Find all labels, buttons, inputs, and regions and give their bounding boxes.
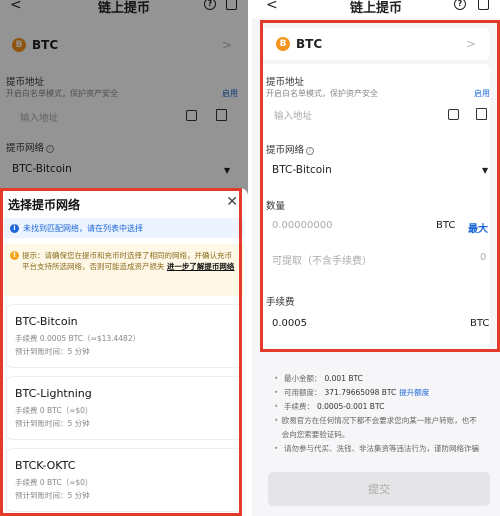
min-label: 最小金额： <box>284 374 322 383</box>
amount-label: 数量 <box>266 201 286 212</box>
fee-range-label: 手续费： <box>284 402 314 411</box>
no-match-notice: i 未找到匹配网络，请在列表中选择 <box>4 218 244 238</box>
fee-unit: BTC <box>470 318 490 329</box>
network-name: BTCK-OKTC <box>15 459 76 472</box>
scan-icon[interactable] <box>448 109 459 120</box>
network-eta: 预计到账时间：5 分钟 <box>15 491 90 500</box>
right-screen: < 链上提币 ? B BTC > 提币地址 开启白名单模式，保护资产安全 启用 … <box>252 0 500 516</box>
whitelist-hint: 开启白名单模式，保护资产安全 <box>266 89 378 98</box>
network-eta: 预计到账时间：5 分钟 <box>15 419 90 428</box>
warning-row: • 欧易官方在任何情况下都不会要求您向某一账户转账，也不会向您索要验证码。 <box>274 414 484 442</box>
network-label: 提币网络 i <box>266 142 315 156</box>
security-warning: 欧易官方在任何情况下都不会要求您向某一账户转账，也不会向您索要验证码。 <box>281 416 477 439</box>
available-label: 可提取（不含手续费） <box>272 256 372 267</box>
coin-selector[interactable]: B BTC > <box>262 28 490 60</box>
quota-label: 可用额度： <box>284 388 322 397</box>
network-option[interactable]: BTC-Lightning 手续费 0 BTC（≈$0） 预计到账时间：5 分钟 <box>6 376 242 440</box>
warning-icon: ! <box>10 251 19 260</box>
min-value: 0.001 BTC <box>324 374 363 383</box>
quota-row: • 可用额度： 371.79665098 BTC 提升额度 <box>274 386 484 400</box>
amount-unit: BTC <box>436 220 456 231</box>
network-sheet: 选择提币网络 ✕ i 未找到匹配网络，请在列表中选择 ! 提示：请确保您在提币和… <box>0 188 248 516</box>
amount-input[interactable]: 0.00000000 <box>272 220 332 231</box>
address-label: 提币地址 <box>266 77 305 88</box>
network-fee: 手续费 0.0005 BTC（≈$13.4482） <box>15 334 141 343</box>
network-option[interactable]: BTCK-OKTC 手续费 0 BTC（≈$0） 预计到账时间：5 分钟 <box>6 448 242 512</box>
network-fee: 手续费 0 BTC（≈$0） <box>15 406 93 415</box>
sheet-title: 选择提币网络 <box>8 198 81 212</box>
chevron-right-icon: > <box>465 37 476 51</box>
address-book-icon[interactable] <box>476 108 487 120</box>
warning-row: • 请勿参与代买、洗钱、非法集资等违法行为，谨防网络诈骗 <box>274 442 484 456</box>
records-icon[interactable] <box>478 0 489 10</box>
warning-notice: ! 提示：请确保您在提币和充币时选择了相同的网络，并确认充币平台支持所选网络，否… <box>4 244 244 296</box>
withdraw-info: • 最小金额： 0.001 BTC • 可用额度： 371.79665098 BTC 提升… <box>274 372 484 456</box>
network-fee: 手续费 0 BTC（≈$0） <box>15 478 93 487</box>
coin-row: B BTC > <box>276 29 480 59</box>
network-select[interactable]: BTC-Bitcoin <box>272 164 332 176</box>
fee-value: 0.0005 <box>272 318 307 329</box>
address-input[interactable]: 输入地址 <box>274 108 312 122</box>
btc-coin-icon: B <box>276 37 290 51</box>
fee-label: 手续费 <box>266 297 295 308</box>
network-option[interactable]: BTC-Bitcoin 手续费 0.0005 BTC（≈$13.4482） 预计… <box>6 304 242 368</box>
min-amount-row: • 最小金额： 0.001 BTC <box>274 372 484 386</box>
info-icon[interactable]: i <box>306 146 315 155</box>
fee-range-value: 0.0005-0.001 BTC <box>317 402 385 411</box>
info-icon: i <box>10 223 19 233</box>
available-value: 0 <box>480 252 487 263</box>
network-eta: 预计到账时间：5 分钟 <box>15 347 90 356</box>
legal-warning: 请勿参与代买、洗钱、非法集资等违法行为，谨防网络诈骗 <box>284 444 479 453</box>
no-match-text: 未找到匹配网络，请在列表中选择 <box>23 223 143 233</box>
enable-whitelist-link[interactable]: 启用 <box>474 88 490 99</box>
submit-button[interactable]: 提交 <box>268 472 490 506</box>
close-icon[interactable]: ✕ <box>226 194 238 210</box>
max-button[interactable]: 最大 <box>468 220 488 235</box>
fee-range-row: • 手续费： 0.0005-0.001 BTC <box>274 400 484 414</box>
caret-down-icon: ▼ <box>482 166 489 175</box>
coin-symbol: BTC <box>296 37 323 51</box>
network-name: BTC-Bitcoin <box>15 315 78 328</box>
withdraw-form: 提币地址 开启白名单模式，保护资产安全 启用 输入地址 提币网络 i BTC-Bi… <box>262 64 490 348</box>
right-header: < 链上提币 ? <box>252 0 500 18</box>
quota-value: 371.79665098 BTC <box>324 388 397 397</box>
network-label-text: 提币网络 <box>266 145 305 156</box>
raise-quota-link[interactable]: 提升额度 <box>399 386 429 400</box>
learn-more-link[interactable]: 进一步了解提币网络 <box>167 262 235 271</box>
network-name: BTC-Lightning <box>15 387 92 400</box>
left-screen: < 链上提币 ? B BTC > 提币地址 开启白名单模式，保护资产安全 启用 … <box>0 0 248 516</box>
